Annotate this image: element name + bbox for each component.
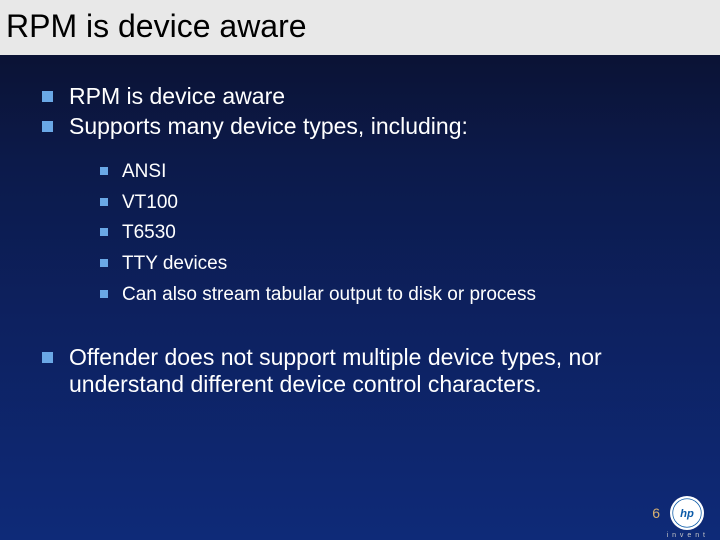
square-bullet-icon	[100, 259, 108, 267]
slide: RPM is device aware RPM is device aware …	[0, 0, 720, 540]
square-bullet-icon	[42, 91, 53, 102]
sub-bullet-group: ANSI VT100 T6530 TTY devices Can also st…	[20, 144, 700, 322]
bullet-text: VT100	[122, 191, 178, 215]
bullet-text: ANSI	[122, 160, 166, 184]
bullet-level2: TTY devices	[100, 252, 700, 276]
spacer	[20, 322, 700, 344]
hp-tagline: i n v e n t	[667, 532, 706, 539]
square-bullet-icon	[42, 121, 53, 132]
slide-footer: 6 hp	[652, 496, 704, 530]
bullet-level2: VT100	[100, 191, 700, 215]
bullet-text: T6530	[122, 221, 176, 245]
bullet-level1: RPM is device aware	[20, 83, 700, 111]
page-number: 6	[652, 505, 660, 521]
square-bullet-icon	[42, 352, 53, 363]
bullet-text: Supports many device types, including:	[69, 113, 468, 141]
bullet-text: Offender does not support multiple devic…	[69, 344, 700, 399]
hp-logo-icon: hp	[670, 496, 704, 530]
square-bullet-icon	[100, 167, 108, 175]
bullet-level2: Can also stream tabular output to disk o…	[100, 283, 700, 307]
square-bullet-icon	[100, 290, 108, 298]
bullet-text: RPM is device aware	[69, 83, 285, 111]
slide-title: RPM is device aware	[0, 0, 720, 55]
slide-content: RPM is device aware Supports many device…	[0, 55, 720, 399]
bullet-level2: ANSI	[100, 160, 700, 184]
bullet-text: Can also stream tabular output to disk o…	[122, 283, 536, 307]
square-bullet-icon	[100, 198, 108, 206]
bullet-text: TTY devices	[122, 252, 227, 276]
bullet-level1: Offender does not support multiple devic…	[20, 344, 700, 399]
bullet-level2: T6530	[100, 221, 700, 245]
svg-text:hp: hp	[680, 508, 694, 520]
square-bullet-icon	[100, 228, 108, 236]
bullet-level1: Supports many device types, including:	[20, 113, 700, 141]
